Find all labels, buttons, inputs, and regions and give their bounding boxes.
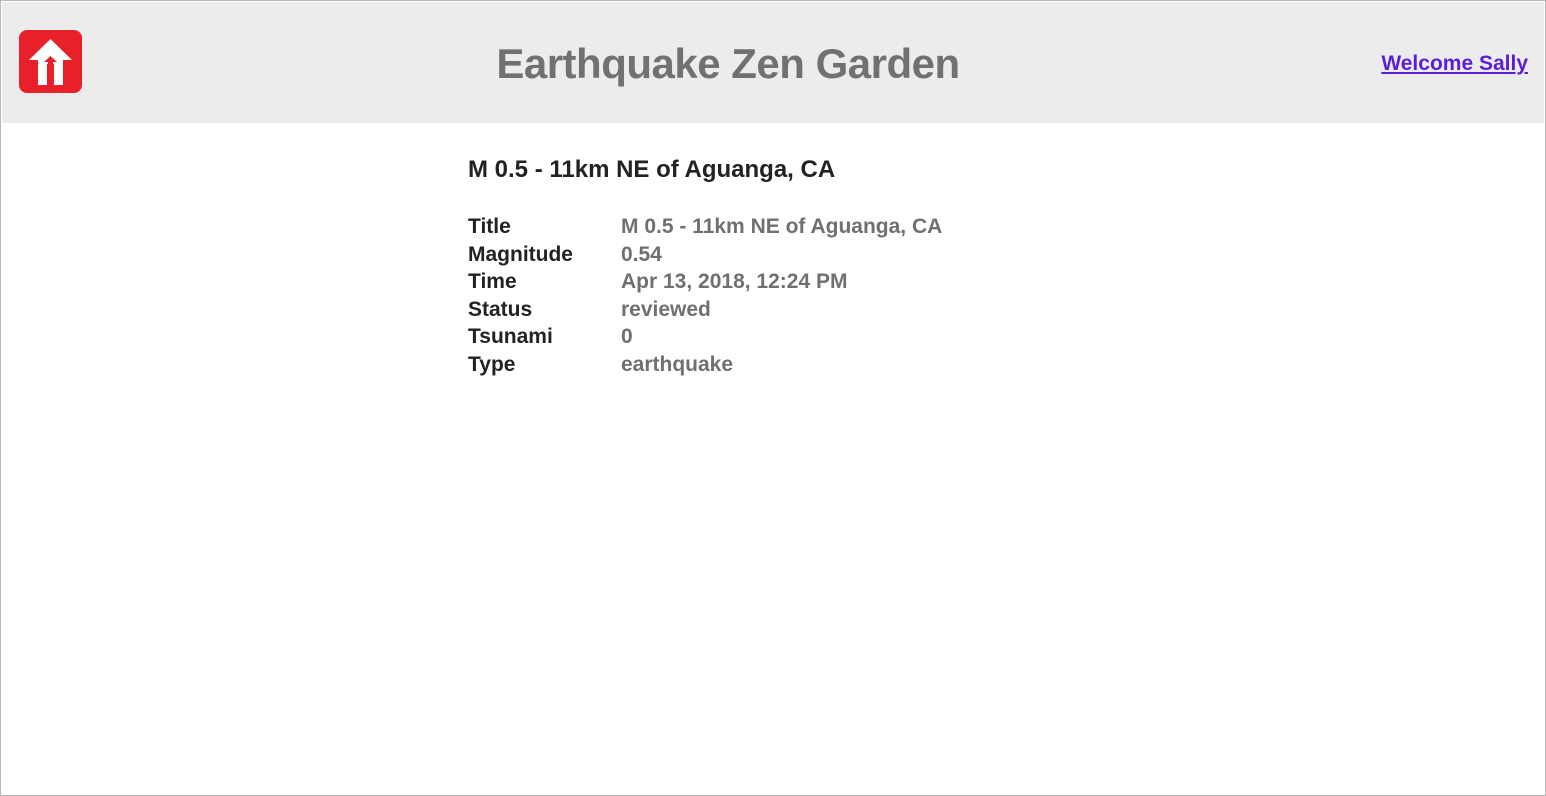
app-title: Earthquake Zen Garden (496, 40, 960, 87)
detail-heading: M 0.5 - 11km NE of Aguanga, CA (468, 156, 836, 183)
app-window: Earthquake Zen Garden Welcome Sally M 0.… (0, 0, 1546, 796)
property-value: reviewed (621, 297, 711, 321)
table-row: Time Apr 13, 2018, 12:24 PM (468, 268, 942, 296)
table-row: Magnitude 0.54 (468, 241, 942, 269)
table-row: Tsunami 0 (468, 323, 942, 351)
property-label: Time (468, 270, 517, 293)
property-value: M 0.5 - 11km NE of Aguanga, CA (621, 215, 943, 238)
property-value: 0 (621, 325, 633, 348)
earthquake-detail: M 0.5 - 11km NE of Aguanga, CA Title M 0… (468, 155, 942, 378)
property-value: earthquake (621, 352, 734, 376)
property-label: Magnitude (468, 242, 573, 266)
table-row: Title M 0.5 - 11km NE of Aguanga, CA (468, 213, 942, 241)
table-row: Status reviewed (468, 296, 942, 324)
property-label: Status (468, 297, 533, 321)
property-label: Title (468, 215, 511, 238)
property-value: Apr 13, 2018, 12:24 PM (621, 270, 848, 293)
page-header: Earthquake Zen Garden Welcome Sally (2, 2, 1544, 123)
property-label: Type (468, 352, 516, 376)
property-label: Tsunami (468, 325, 553, 348)
table-row: Type earthquake (468, 351, 942, 379)
property-value: 0.54 (621, 242, 662, 266)
welcome-user-link[interactable]: Welcome Sally (1381, 51, 1528, 77)
properties-table: Title M 0.5 - 11km NE of Aguanga, CA Mag… (468, 213, 942, 378)
